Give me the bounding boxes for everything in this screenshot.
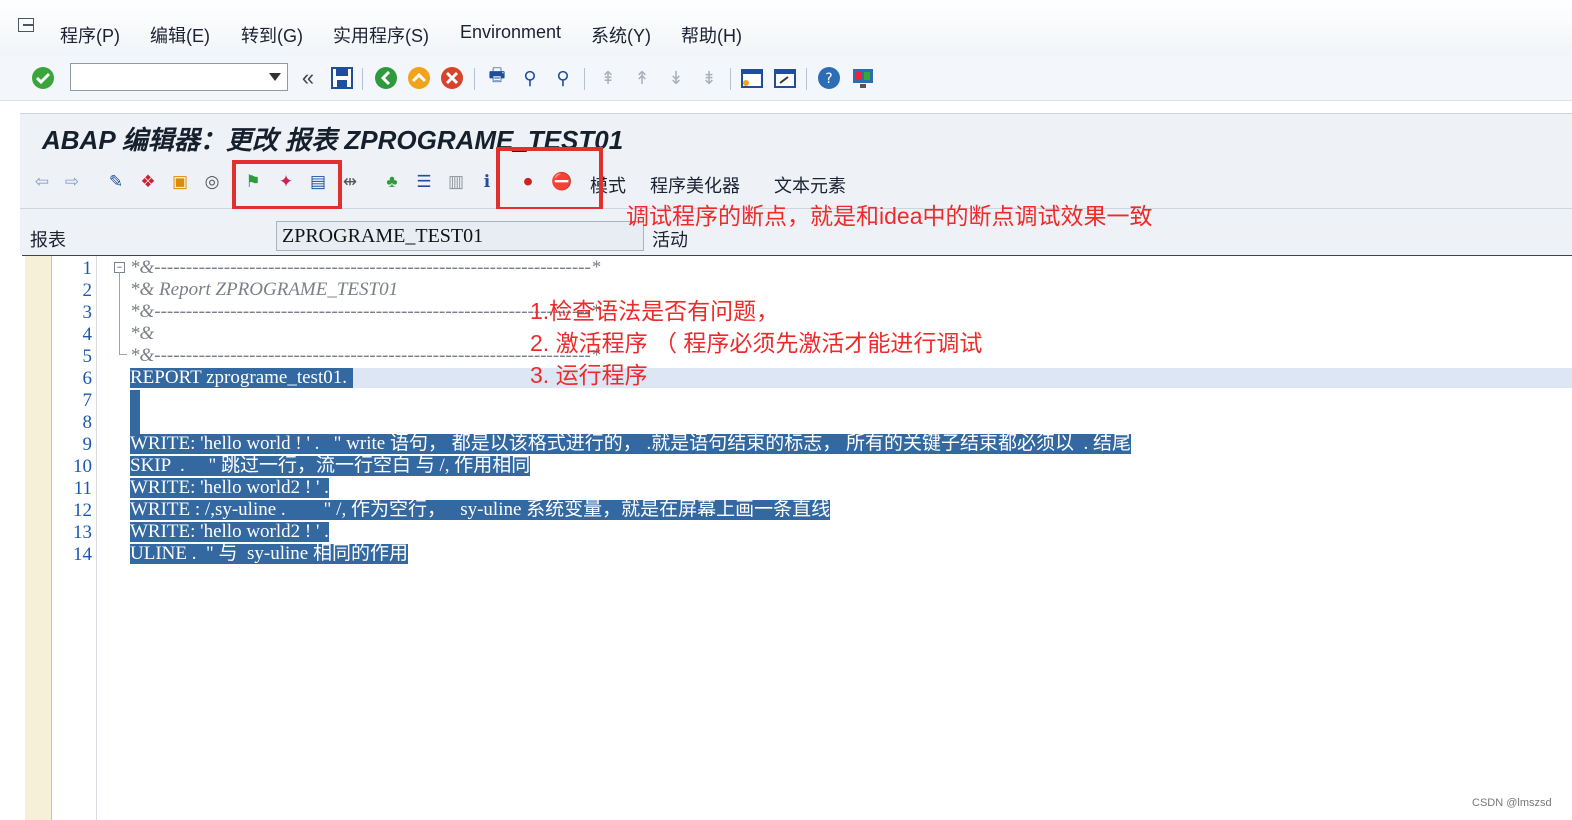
line-number: 6 bbox=[82, 368, 93, 389]
menu-goto[interactable]: 转到(G) bbox=[241, 22, 303, 48]
print-icon[interactable]: 🖶 bbox=[485, 65, 509, 90]
first-page-icon[interactable]: ⇞ bbox=[596, 66, 620, 90]
line-number: 12 bbox=[73, 500, 92, 521]
fold-line-end bbox=[119, 354, 127, 355]
back-double-icon[interactable]: « bbox=[296, 65, 320, 90]
line-number: 3 bbox=[82, 302, 93, 323]
new-session-icon[interactable] bbox=[740, 66, 764, 90]
find-next-icon[interactable]: ⚲ bbox=[551, 66, 575, 90]
last-page-icon[interactable]: ⇟ bbox=[697, 66, 721, 90]
line-number: 10 bbox=[73, 456, 92, 477]
next-page-icon[interactable]: ↡ bbox=[664, 66, 688, 90]
menu-utilities[interactable]: 实用程序(S) bbox=[333, 22, 429, 48]
forward-icon[interactable]: ⇨ bbox=[60, 170, 84, 194]
standard-toolbar: « 🖶 ⚲ ⚲ ⇞ ↟ ↡ ⇟ ? bbox=[0, 56, 1572, 101]
line-number: 14 bbox=[73, 544, 92, 565]
line-number: 7 bbox=[82, 390, 93, 411]
step2-annotation: 2. 激活程序 （ 程序必须先激活才能进行调试 bbox=[530, 330, 983, 356]
active-inactive-icon[interactable]: ▣ bbox=[168, 170, 192, 194]
prev-page-icon[interactable]: ↟ bbox=[630, 66, 654, 90]
separator bbox=[584, 68, 585, 90]
code-line[interactable]: WRITE: 'hello world2 ! ' . bbox=[130, 478, 329, 498]
code-line[interactable]: REPORT zprograme_test01. bbox=[130, 368, 353, 388]
object-list-icon[interactable]: ♣ bbox=[380, 170, 404, 194]
code-line[interactable]: *&--------------------------------------… bbox=[130, 258, 600, 278]
menu-environment[interactable]: Environment bbox=[460, 22, 561, 43]
line-number: 1 bbox=[82, 258, 93, 279]
line-number: 5 bbox=[82, 346, 93, 367]
menu-bar: 程序(P) 编辑(E) 转到(G) 实用程序(S) Environment 系统… bbox=[0, 0, 1572, 57]
code-line[interactable]: SKIP . " 跳过一行，流一行空白 与 /, 作用相同 bbox=[130, 456, 531, 476]
line-number: 11 bbox=[73, 478, 92, 499]
report-label: 报表 bbox=[30, 230, 66, 250]
chevron-down-icon[interactable] bbox=[269, 73, 281, 81]
separator bbox=[806, 68, 807, 90]
save-icon[interactable] bbox=[330, 66, 354, 90]
shortcut-icon[interactable] bbox=[773, 66, 797, 90]
customize-layout-icon[interactable] bbox=[851, 66, 875, 90]
separator bbox=[362, 68, 363, 90]
line-number: 9 bbox=[82, 434, 93, 455]
display-object-list-icon[interactable]: ▥ bbox=[444, 170, 468, 194]
cancel-icon[interactable] bbox=[440, 66, 464, 90]
display-change-icon[interactable]: ✎ bbox=[104, 170, 128, 194]
exit-icon[interactable] bbox=[407, 66, 431, 90]
step1-annotation: 1.检查语法是否有问题， bbox=[530, 298, 780, 324]
code-line[interactable]: WRITE: 'hello world ! ' . " write 语句， 都是… bbox=[130, 434, 1131, 454]
breakpoint-annotation: 调试程序的断点，就是和idea中的断点调试效果一致 bbox=[626, 203, 1153, 229]
code-line-empty[interactable] bbox=[130, 390, 140, 434]
code-line[interactable]: *& bbox=[130, 324, 154, 344]
code-line[interactable]: *& Report ZPROGRAME_TEST01 bbox=[130, 280, 398, 300]
other-object-icon[interactable]: ❖ bbox=[136, 170, 160, 194]
line-number: 2 bbox=[82, 280, 93, 301]
step3-annotation: 3. 运行程序 bbox=[530, 362, 648, 388]
separator bbox=[474, 68, 475, 90]
text-elements-button[interactable]: 文本元素 bbox=[774, 172, 846, 198]
help-icon[interactable]: ? bbox=[817, 66, 841, 90]
back-icon[interactable]: ⇦ bbox=[30, 170, 54, 194]
enhance-icon[interactable]: ☰ bbox=[412, 170, 436, 194]
code-line[interactable]: WRITE: 'hello world2 ! ' . bbox=[130, 522, 329, 542]
line-number: 4 bbox=[82, 324, 93, 345]
menu-system[interactable]: 系统(Y) bbox=[591, 22, 651, 48]
code-line[interactable]: WRITE : /,sy-uline . " /, 作为空行， sy-uline… bbox=[130, 500, 831, 520]
menu-edit[interactable]: 编辑(E) bbox=[150, 22, 210, 48]
where-used-icon[interactable]: ◎ bbox=[200, 170, 224, 194]
code-line[interactable]: ULINE . " 与 sy-uline 相同的作用 bbox=[130, 544, 408, 564]
separator bbox=[730, 68, 731, 90]
highlight-check-activate-run bbox=[232, 160, 342, 210]
find-icon[interactable]: ⚲ bbox=[518, 66, 542, 90]
line-number: 8 bbox=[82, 412, 93, 433]
system-menu-icon[interactable] bbox=[18, 18, 34, 32]
command-field[interactable] bbox=[70, 63, 288, 91]
report-name-field[interactable]: ZPROGRAME_TEST01 bbox=[276, 221, 644, 251]
enter-icon[interactable] bbox=[31, 66, 55, 90]
breakpoint-gutter[interactable] bbox=[25, 256, 52, 820]
line-number: 13 bbox=[73, 522, 92, 543]
back-icon[interactable] bbox=[374, 66, 398, 90]
pretty-printer-button[interactable]: 程序美化器 bbox=[650, 172, 740, 198]
fold-line bbox=[119, 272, 120, 354]
menu-help[interactable]: 帮助(H) bbox=[681, 22, 742, 48]
highlight-breakpoints bbox=[496, 147, 603, 211]
svg-text:?: ? bbox=[825, 71, 832, 87]
menu-program[interactable]: 程序(P) bbox=[60, 22, 120, 48]
watermark: CSDN @lmszsd bbox=[1472, 797, 1552, 809]
window-title-bar: ABAP 编辑器：更改 报表 ZPROGRAME_TEST01 bbox=[20, 113, 1572, 156]
line-numbers: 1 2 3 4 5 6 7 8 9 10 11 12 13 14 bbox=[52, 256, 97, 820]
